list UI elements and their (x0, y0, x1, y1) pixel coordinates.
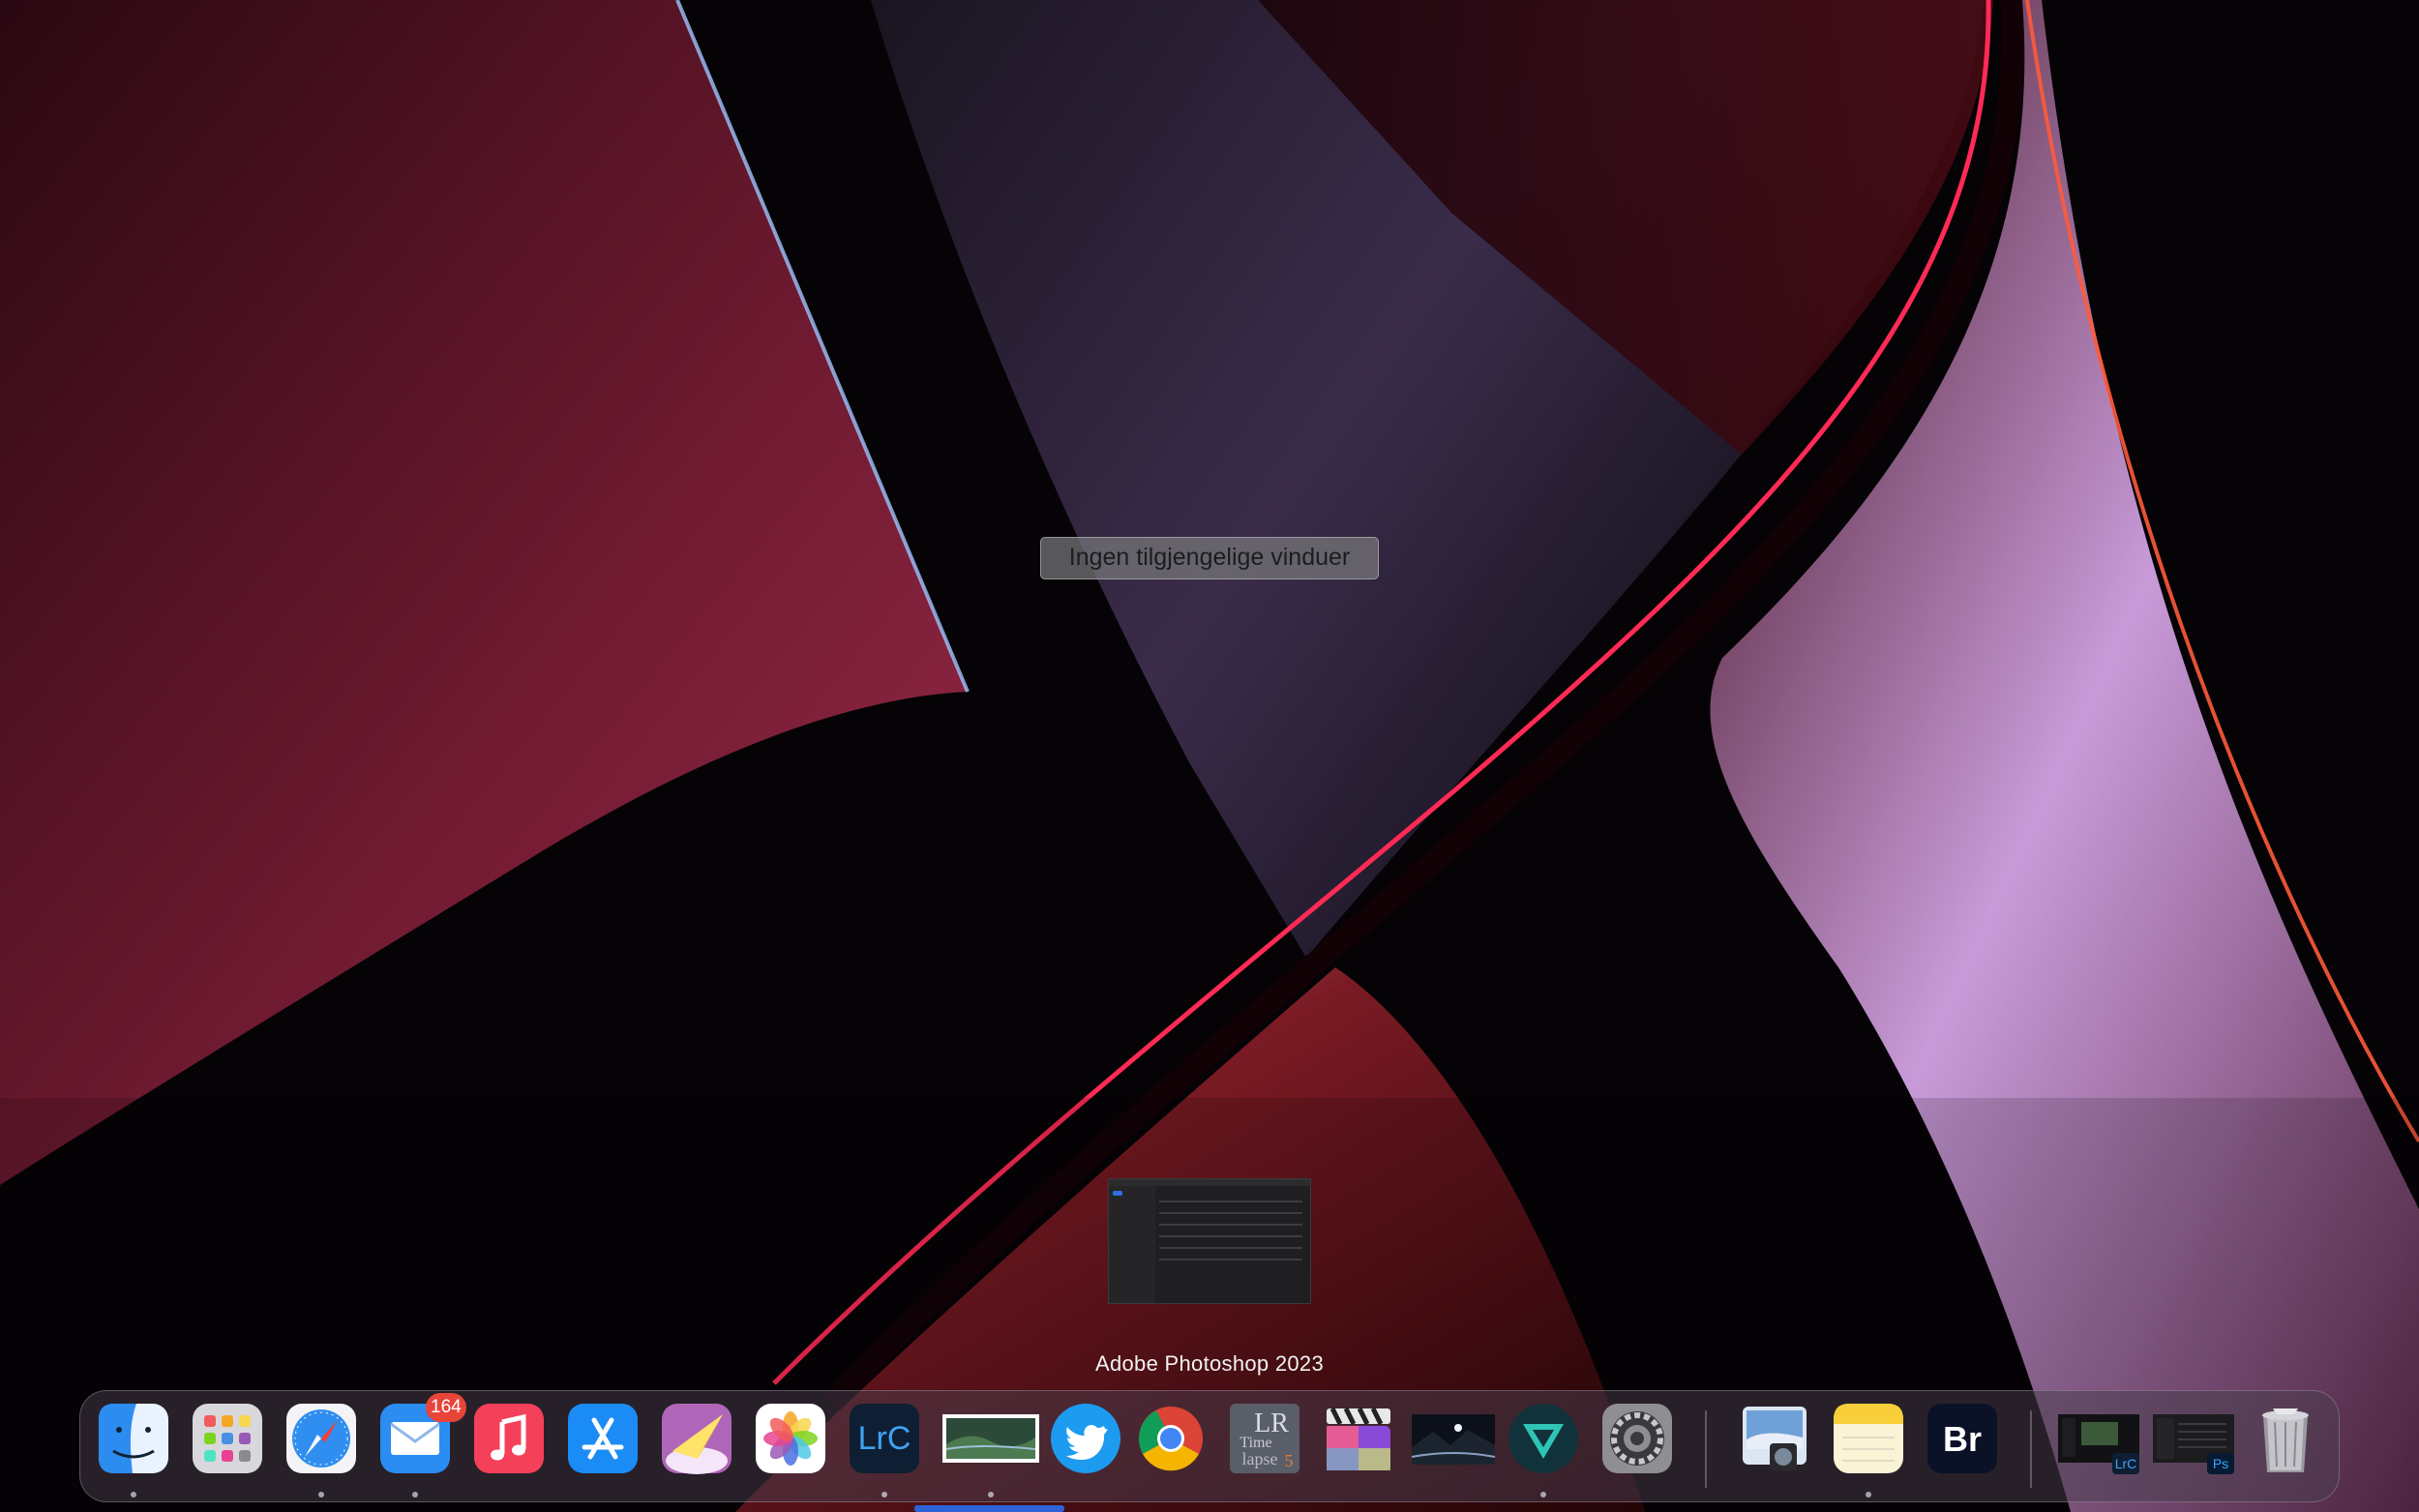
preview-icon (1743, 1407, 1807, 1470)
dock-item-final-cut-pro[interactable] (1321, 1401, 1396, 1476)
gear-icon (1602, 1404, 1672, 1473)
app-expose-selection-indicator (914, 1505, 1064, 1512)
dock-item-chrome[interactable] (1133, 1401, 1209, 1476)
photos-icon (756, 1404, 825, 1473)
safari-running-indicator (318, 1492, 324, 1497)
dock-item-lightroom-classic[interactable]: LrC (847, 1401, 922, 1476)
thumbnail-sidebar (1109, 1186, 1155, 1303)
lrc-window-badge-label: LrC (2115, 1456, 2137, 1471)
v-logo-icon (1508, 1404, 1578, 1473)
trash-icon (2262, 1408, 2309, 1472)
dock-separator (2030, 1410, 2032, 1488)
paper-plane-icon (662, 1404, 732, 1474)
lrc-window-icon: LrC (2058, 1414, 2139, 1474)
mail-unread-badge: 164 (426, 1393, 466, 1422)
lrc-icon: LrC (850, 1404, 919, 1473)
thumbnail-row (1159, 1201, 1302, 1202)
lightroom-running-indicator (881, 1492, 887, 1497)
finder-running-indicator (131, 1492, 136, 1497)
twitter-bird-icon (1051, 1404, 1120, 1473)
lrc-icon-label: LrC (858, 1420, 911, 1457)
thumbnail-row (1159, 1224, 1302, 1226)
thumbnail-row (1159, 1212, 1302, 1214)
no-windows-available-label: Ingen tilgjengelige vinduer (1040, 537, 1379, 579)
dock-item-night-photo[interactable] (1408, 1401, 1499, 1476)
thumbnail-titlebar (1109, 1179, 1310, 1186)
photoshop-running-indicator (988, 1492, 994, 1497)
dock-item-lrtimelapse[interactable]: LR Time lapse 5 (1227, 1401, 1302, 1476)
dock-separator (1705, 1410, 1707, 1488)
notes-running-indicator (1866, 1492, 1871, 1497)
vue-running-indicator (1540, 1492, 1546, 1497)
active-app-caption: Adobe Photoshop 2023 (1095, 1351, 1324, 1376)
lrtimelapse-icon-version: 5 (1285, 1451, 1294, 1470)
dock-item-safari[interactable] (284, 1401, 359, 1476)
dock: 164 LrC LR Time lapse 5 Br LrC Ps (79, 1390, 2340, 1502)
chrome-icon (1139, 1407, 1203, 1471)
mail-running-indicator (412, 1492, 418, 1497)
dock-item-preview[interactable] (1737, 1401, 1812, 1476)
photoshop-landscape-icon (942, 1414, 1039, 1463)
dock-item-app-store[interactable] (565, 1401, 641, 1476)
dock-item-notes[interactable] (1831, 1401, 1906, 1476)
app-store-icon (568, 1404, 638, 1473)
dock-item-twitter[interactable] (1048, 1401, 1123, 1476)
ps-window-icon: Ps (2153, 1414, 2234, 1474)
thumbnail-accent-button (1113, 1191, 1122, 1196)
dock-item-paper-plane-app[interactable] (659, 1401, 734, 1476)
launchpad-icon (193, 1404, 262, 1473)
music-icon (474, 1404, 544, 1473)
photoshop-window-thumbnail[interactable] (1108, 1178, 1311, 1304)
thumbnail-row (1159, 1247, 1302, 1249)
dock-item-mail[interactable]: 164 (377, 1393, 466, 1476)
dock-item-launchpad[interactable] (190, 1401, 265, 1476)
dock-item-photoshop[interactable] (941, 1401, 1041, 1476)
lrtimelapse-icon: LR Time lapse 5 (1230, 1404, 1299, 1473)
dock-item-adobe-bridge[interactable]: Br (1925, 1401, 2000, 1476)
dock-item-vue[interactable] (1506, 1401, 1581, 1476)
dock-item-system-settings[interactable] (1599, 1401, 1675, 1476)
thumbnail-row (1159, 1235, 1302, 1237)
finder-icon (99, 1404, 168, 1473)
thumbnail-row (1159, 1259, 1302, 1260)
dock-minimized-photoshop-window[interactable]: Ps (2149, 1401, 2238, 1476)
bridge-icon: Br (1927, 1404, 1997, 1473)
night-landscape-icon (1411, 1414, 1496, 1465)
lrtimelapse-icon-label-bottom: lapse (1242, 1449, 1278, 1468)
dock-item-finder[interactable] (96, 1401, 171, 1476)
notes-icon (1834, 1404, 1903, 1473)
dock-minimized-lightroom-window[interactable]: LrC (2054, 1401, 2143, 1476)
bridge-icon-label: Br (1943, 1419, 1982, 1459)
safari-icon (286, 1404, 356, 1473)
dock-item-music[interactable] (471, 1401, 547, 1476)
dock-item-trash[interactable] (2248, 1401, 2323, 1476)
clapperboard-icon (1327, 1407, 1390, 1470)
dock-item-photos[interactable] (753, 1401, 828, 1476)
ps-window-badge-label: Ps (2213, 1456, 2228, 1471)
